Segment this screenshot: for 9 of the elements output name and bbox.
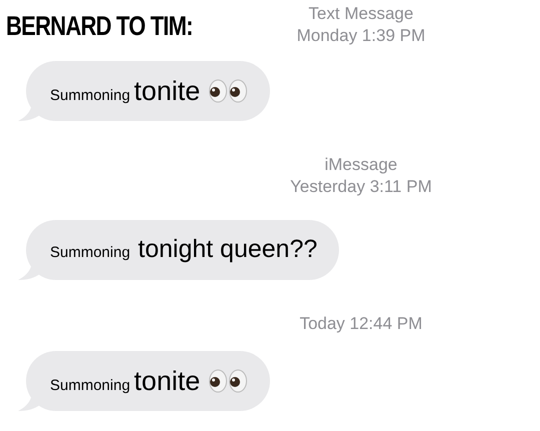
meme-caption: BERNARD TO TIM: xyxy=(6,11,194,41)
timestamp: Today 12:44 PM xyxy=(298,313,424,335)
timestamp: Text Message Monday 1:39 PM xyxy=(296,3,426,47)
eyes-icon xyxy=(208,369,248,393)
message-text: Summoning tonite xyxy=(50,364,200,398)
message-text: Summoning tonight queen?? xyxy=(50,234,318,266)
timestamp: iMessage Yesterday 3:11 PM xyxy=(289,154,433,198)
eyes-icon xyxy=(208,79,248,103)
message-text: Summoning tonite xyxy=(50,74,200,108)
